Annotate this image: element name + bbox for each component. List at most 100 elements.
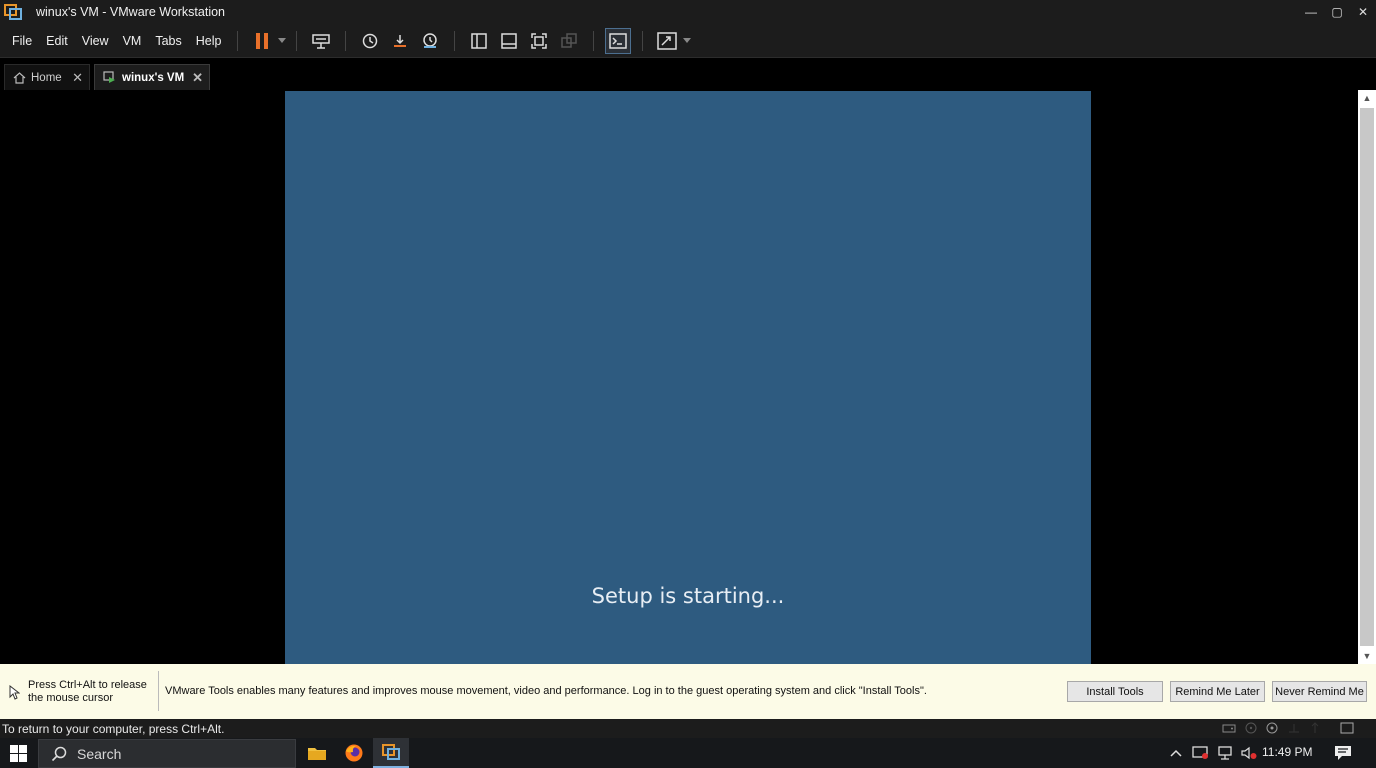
menu-view[interactable]: View xyxy=(75,24,116,58)
maximize-button[interactable]: ▢ xyxy=(1324,0,1350,24)
library-icon xyxy=(471,32,488,49)
minimize-icon: — xyxy=(1305,5,1317,19)
vmware-workstation-icon xyxy=(382,744,400,760)
menu-help[interactable]: Help xyxy=(189,24,229,58)
vmware-app-icon xyxy=(4,4,22,20)
menu-toolbar: File Edit View VM Tabs Help xyxy=(0,24,1376,58)
revert-snapshot-button[interactable] xyxy=(385,26,415,56)
scroll-up-arrow[interactable]: ▲ xyxy=(1358,90,1376,106)
cd-dvd-active-icon[interactable] xyxy=(1265,722,1279,734)
status-text: To return to your computer, press Ctrl+A… xyxy=(2,722,225,736)
snapshot-icon xyxy=(363,33,378,48)
volume-muted-icon xyxy=(1241,746,1257,760)
thumbnail-bar-icon xyxy=(501,32,518,49)
stretch-guest-button[interactable] xyxy=(652,26,682,56)
release-cursor-hint: Press Ctrl+Alt to release the mouse curs… xyxy=(28,679,147,704)
tray-security-icon-button[interactable] xyxy=(1190,738,1212,768)
windows-logo-icon xyxy=(9,744,27,762)
guest-screen[interactable]: Setup is starting... xyxy=(285,91,1091,664)
taskbar-search-box[interactable]: Search xyxy=(38,739,296,768)
menu-edit[interactable]: Edit xyxy=(39,24,75,58)
setup-status-text: Setup is starting... xyxy=(591,584,785,608)
scrollbar-thumb[interactable] xyxy=(1360,108,1374,646)
tab-home[interactable]: Home ✕ xyxy=(4,64,90,90)
unity-icon xyxy=(561,32,578,48)
tab-home-label: Home xyxy=(31,71,62,84)
notifications-icon xyxy=(1335,746,1351,760)
title-bar: winux's VM - VMware Workstation — ▢ ✕ xyxy=(0,0,1376,24)
network-adapter-icon[interactable] xyxy=(1287,722,1301,734)
thumbnail-bar-button[interactable] xyxy=(494,26,524,56)
action-center-button[interactable] xyxy=(1328,738,1358,768)
chevron-down-icon xyxy=(278,38,287,43)
close-tab-home-button[interactable]: ✕ xyxy=(72,71,83,84)
toolbar-separator xyxy=(593,30,595,51)
stretch-guest-icon xyxy=(657,31,678,50)
notification-divider xyxy=(158,671,159,711)
status-bar: To return to your computer, press Ctrl+A… xyxy=(0,719,1376,738)
vmware-tools-message: VMware Tools enables many features and i… xyxy=(165,685,927,697)
toolbar-separator xyxy=(345,30,347,51)
scroll-down-arrow[interactable]: ▼ xyxy=(1358,648,1376,664)
taskbar-file-explorer[interactable] xyxy=(299,738,335,768)
snapshot-manager-icon xyxy=(423,32,438,48)
chevron-up-icon xyxy=(1170,749,1182,757)
toolbar-separator xyxy=(237,30,239,51)
vm-display-area[interactable]: Setup is starting... xyxy=(0,90,1358,664)
menu-tabs[interactable]: Tabs xyxy=(148,24,188,58)
chevron-down-icon xyxy=(683,38,692,43)
send-ctrl-alt-del-icon xyxy=(312,33,331,49)
toolbar-separator xyxy=(642,30,644,51)
message-log-icon[interactable] xyxy=(1340,722,1354,734)
vm-icon xyxy=(103,71,115,83)
start-button[interactable] xyxy=(0,738,36,768)
pause-button[interactable] xyxy=(247,26,277,56)
close-icon: ✕ xyxy=(1357,5,1369,19)
send-ctrl-alt-del-button[interactable] xyxy=(306,26,336,56)
home-icon xyxy=(13,71,26,84)
show-library-button[interactable] xyxy=(464,26,494,56)
search-placeholder: Search xyxy=(77,745,122,762)
menu-vm[interactable]: VM xyxy=(116,24,149,58)
remind-me-later-button[interactable]: Remind Me Later xyxy=(1170,681,1265,702)
vertical-scrollbar[interactable]: ▲ ▼ xyxy=(1358,90,1376,664)
stretch-dropdown-button[interactable] xyxy=(682,26,692,56)
power-dropdown-button[interactable] xyxy=(277,26,287,56)
mouse-cursor-icon xyxy=(9,685,20,700)
show-hidden-icons-button[interactable] xyxy=(1168,738,1184,768)
full-screen-icon xyxy=(531,32,548,49)
revert-snapshot-icon xyxy=(394,34,407,47)
unity-button[interactable] xyxy=(554,26,584,56)
minimize-button[interactable]: — xyxy=(1298,0,1324,24)
windows-taskbar: Search 11:49 PM xyxy=(0,738,1376,768)
tray-volume-button[interactable] xyxy=(1238,738,1260,768)
window-title: winux's VM - VMware Workstation xyxy=(36,5,226,19)
cd-dvd-icon[interactable] xyxy=(1244,722,1258,734)
close-window-button[interactable]: ✕ xyxy=(1350,0,1376,24)
tab-winux-vm[interactable]: winux's VM ✕ xyxy=(94,64,210,90)
taskbar-clock[interactable]: 11:49 PM xyxy=(1262,745,1312,759)
take-snapshot-button[interactable] xyxy=(355,26,385,56)
taskbar-vmware-workstation[interactable] xyxy=(373,738,409,768)
menu-file[interactable]: File xyxy=(5,24,39,58)
toolbar-separator xyxy=(296,30,298,51)
toolbar-separator xyxy=(454,30,456,51)
vmware-tools-notification-bar: Press Ctrl+Alt to release the mouse curs… xyxy=(0,664,1376,719)
console-view-button[interactable] xyxy=(605,27,632,54)
never-remind-me-button[interactable]: Never Remind Me xyxy=(1272,681,1367,702)
tab-bar: Home ✕ winux's VM ✕ xyxy=(0,58,1376,90)
full-screen-button[interactable] xyxy=(524,26,554,56)
tray-network-button[interactable] xyxy=(1214,738,1236,768)
close-tab-vm-button[interactable]: ✕ xyxy=(192,71,203,84)
hard-disk-icon[interactable] xyxy=(1222,722,1236,734)
snapshot-manager-button[interactable] xyxy=(415,26,445,56)
file-explorer-icon xyxy=(308,748,326,760)
console-view-icon xyxy=(609,32,628,49)
install-tools-button[interactable]: Install Tools xyxy=(1067,681,1163,702)
maximize-icon: ▢ xyxy=(1331,5,1343,19)
firefox-icon xyxy=(345,744,363,762)
taskbar-firefox[interactable] xyxy=(336,738,372,768)
search-icon xyxy=(51,746,67,761)
network-icon xyxy=(1218,746,1232,760)
usb-icon[interactable] xyxy=(1308,722,1322,734)
